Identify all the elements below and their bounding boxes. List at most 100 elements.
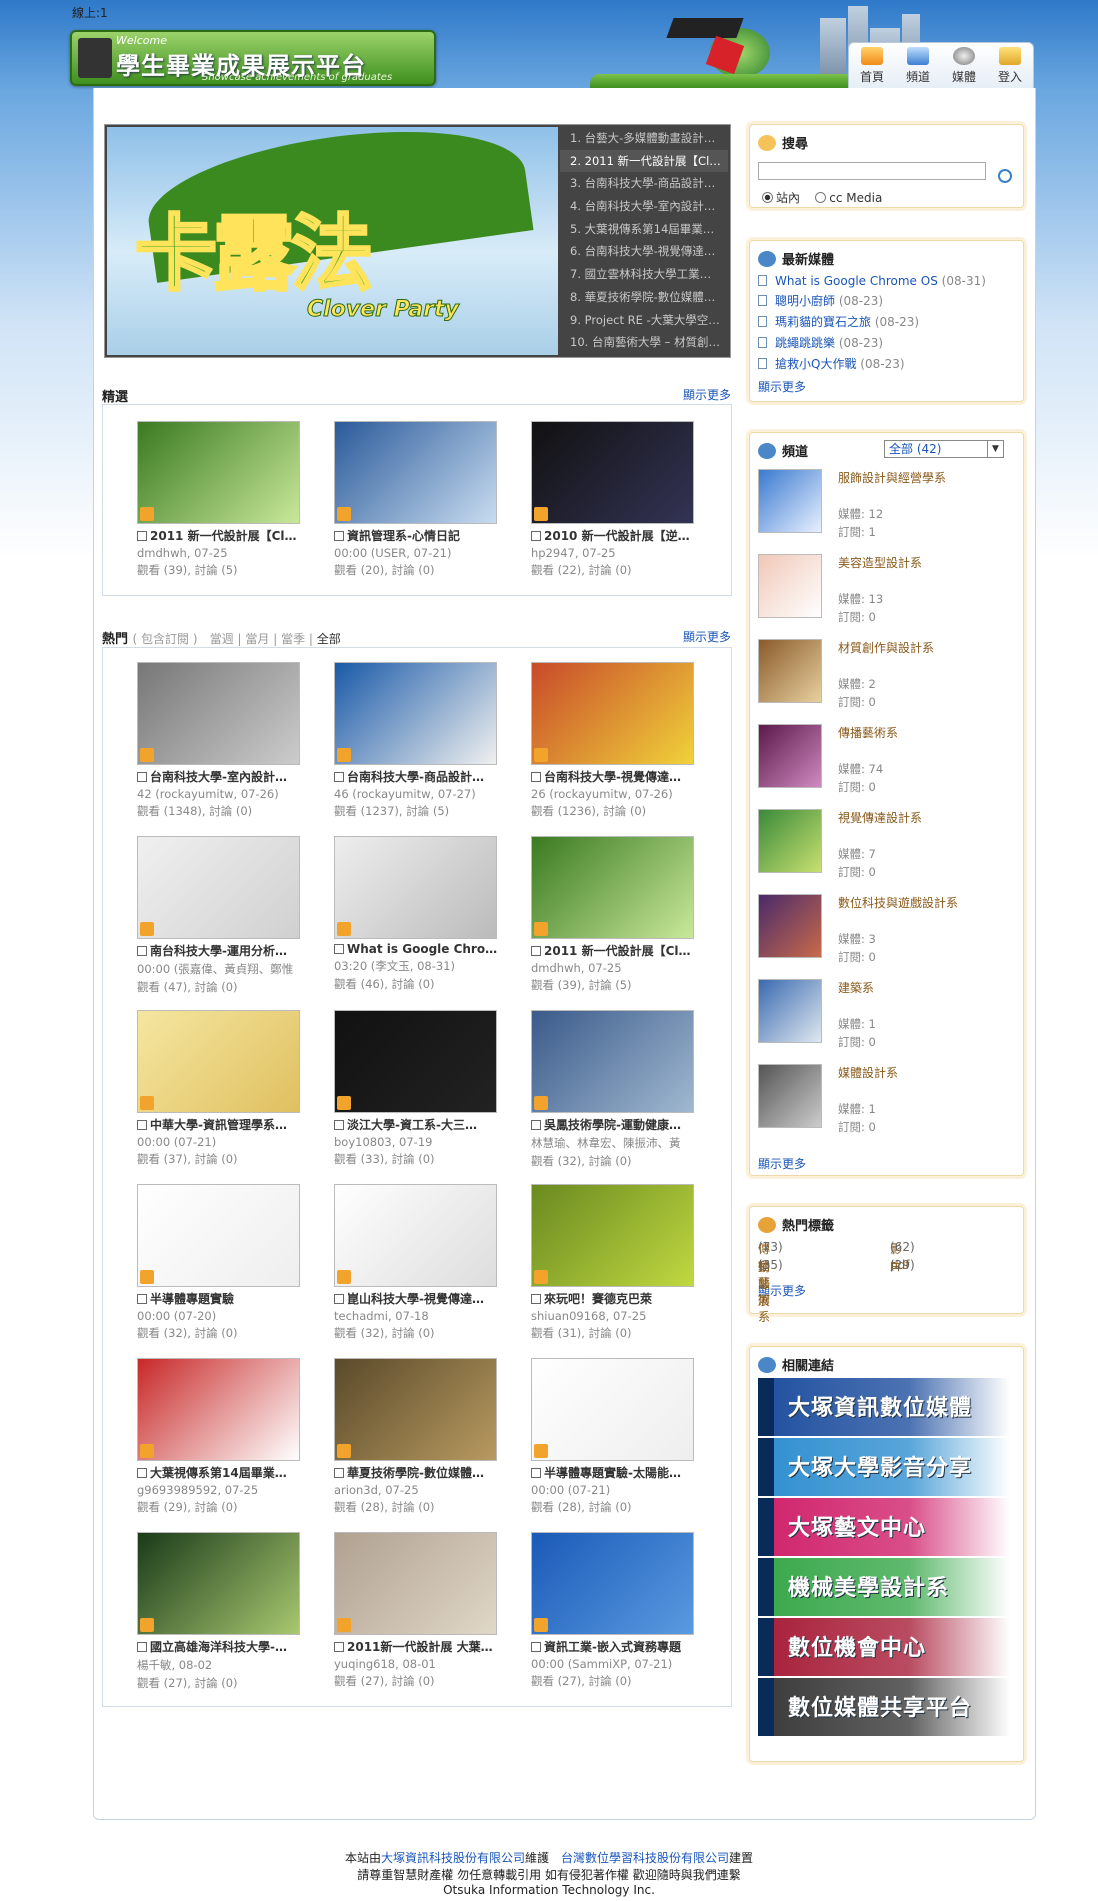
latest-item[interactable]: 瑪莉貓的寶石之旅 (08-23) bbox=[750, 311, 1023, 332]
media-thumbnail[interactable] bbox=[137, 1184, 300, 1287]
nav-home[interactable]: 首頁 bbox=[849, 43, 895, 88]
media-title[interactable]: 來玩吧！賽德克巴萊 bbox=[531, 1290, 706, 1307]
rss-icon[interactable] bbox=[337, 748, 351, 762]
latest-item[interactable]: What is Google Chrome OS (08-31) bbox=[750, 272, 1023, 290]
channel-name[interactable]: 數位科技與遊戲設計系 bbox=[838, 894, 958, 911]
media-thumbnail[interactable] bbox=[531, 421, 694, 524]
slider-list-item[interactable]: 10. 台南藝術大學 – 材質創… bbox=[560, 331, 728, 354]
rss-icon[interactable] bbox=[337, 1618, 351, 1632]
media-thumbnail[interactable] bbox=[137, 1532, 300, 1635]
media-thumbnail[interactable] bbox=[334, 836, 497, 939]
filter-month[interactable]: 當月 bbox=[245, 632, 269, 646]
channel-thumbnail[interactable] bbox=[758, 979, 822, 1043]
slider-list-item[interactable]: 2. 2011 新一代設計展【Cl… bbox=[560, 149, 728, 173]
rss-icon[interactable] bbox=[534, 1618, 548, 1632]
channel-item[interactable]: 傳播藝術系 媒體: 74 訂閱: 0 bbox=[758, 724, 1018, 794]
latest-item[interactable]: 搶救小Q大作戰 (08-23) bbox=[750, 353, 1023, 374]
related-link-banner[interactable]: 數位媒體共享平台 bbox=[758, 1678, 1010, 1736]
slider-list-item[interactable]: 9. Project RE -大葉大學空… bbox=[560, 309, 728, 332]
media-title[interactable]: 2010 新一代設計展【逆… bbox=[531, 527, 706, 544]
channel-name[interactable]: 建築系 bbox=[838, 979, 874, 996]
channel-item[interactable]: 視覺傳達設計系 媒體: 7 訂閱: 0 bbox=[758, 809, 1018, 879]
featured-more-link[interactable]: 顯示更多 bbox=[683, 386, 731, 403]
site-logo[interactable]: Welcome 學生畢業成果展示平台 Showcase achievements… bbox=[70, 30, 436, 86]
channel-item[interactable]: 服飾設計與經營學系 媒體: 12 訂閱: 1 bbox=[758, 469, 1018, 539]
media-thumbnail[interactable] bbox=[334, 1010, 497, 1113]
nav-login[interactable]: 登入 bbox=[987, 43, 1033, 88]
footer-link-twelearn[interactable]: 台灣數位學習科技股份有限公司 bbox=[561, 1851, 729, 1865]
slider-list-item[interactable]: 7. 國立雲林科技大學工業… bbox=[560, 263, 728, 286]
rss-icon[interactable] bbox=[534, 922, 548, 936]
media-thumbnail[interactable] bbox=[531, 1532, 694, 1635]
media-thumbnail[interactable] bbox=[334, 1358, 497, 1461]
rss-icon[interactable] bbox=[140, 922, 154, 936]
media-thumbnail[interactable] bbox=[531, 1010, 694, 1113]
rss-icon[interactable] bbox=[140, 748, 154, 762]
radio-site[interactable] bbox=[762, 192, 773, 203]
rss-icon[interactable] bbox=[140, 1444, 154, 1458]
channel-item[interactable]: 美容造型設計系 媒體: 13 訂閱: 0 bbox=[758, 554, 1018, 624]
media-title[interactable]: 台南科技大學-室內設計… bbox=[137, 768, 312, 785]
media-title[interactable]: 南台科技大學-運用分析… bbox=[137, 942, 312, 959]
search-input[interactable] bbox=[758, 162, 986, 180]
channel-thumbnail[interactable] bbox=[758, 809, 822, 873]
rss-icon[interactable] bbox=[337, 1270, 351, 1284]
media-thumbnail[interactable] bbox=[137, 1358, 300, 1461]
media-title[interactable]: 資訊管理系-心情日記 bbox=[334, 527, 509, 544]
channel-item[interactable]: 媒體設計系 媒體: 1 訂閱: 0 bbox=[758, 1064, 1018, 1134]
channel-filter-select[interactable]: 全部 (42) ▼ bbox=[884, 440, 1004, 458]
rss-icon[interactable] bbox=[337, 922, 351, 936]
media-title[interactable]: 台南科技大學-商品設計… bbox=[334, 768, 509, 785]
media-thumbnail[interactable] bbox=[137, 662, 300, 765]
radio-cc-media[interactable] bbox=[815, 192, 827, 203]
channel-thumbnail[interactable] bbox=[758, 894, 822, 958]
media-thumbnail[interactable] bbox=[334, 662, 497, 765]
tags-more-link[interactable]: 顯示更多 bbox=[750, 1278, 1023, 1303]
rss-icon[interactable] bbox=[140, 1618, 154, 1632]
latest-more-link[interactable]: 顯示更多 bbox=[750, 374, 1023, 399]
rss-icon[interactable] bbox=[140, 1270, 154, 1284]
channel-thumbnail[interactable] bbox=[758, 1064, 822, 1128]
channels-more-link[interactable]: 顯示更多 bbox=[750, 1151, 814, 1176]
channel-item[interactable]: 建築系 媒體: 1 訂閱: 0 bbox=[758, 979, 1018, 1049]
media-title[interactable]: 台南科技大學-視覺傳達… bbox=[531, 768, 706, 785]
slider-image[interactable]: 卡露法 Clover Party bbox=[107, 127, 558, 355]
filter-week[interactable]: 當週 bbox=[210, 632, 234, 646]
media-title[interactable]: 資訊工業-嵌入式資務專題 bbox=[531, 1638, 706, 1655]
slider-list-item[interactable]: 8. 華夏技術學院-數位媒體… bbox=[560, 286, 728, 309]
channel-item[interactable]: 材質創作與設計系 媒體: 2 訂閱: 0 bbox=[758, 639, 1018, 709]
slider-list-item[interactable]: 4. 台南科技大學-室內設計… bbox=[560, 195, 728, 218]
rss-icon[interactable] bbox=[534, 1270, 548, 1284]
rss-icon[interactable] bbox=[534, 1096, 548, 1110]
channel-thumbnail[interactable] bbox=[758, 469, 822, 533]
media-thumbnail[interactable] bbox=[531, 1184, 694, 1287]
related-link-banner[interactable]: 大塚大學影音分享 bbox=[758, 1438, 1010, 1496]
media-title[interactable]: 半導體專題實驗 bbox=[137, 1290, 312, 1307]
media-thumbnail[interactable] bbox=[531, 836, 694, 939]
media-title[interactable]: 半導體專題實驗-太陽能… bbox=[531, 1464, 706, 1481]
rss-icon[interactable] bbox=[534, 1444, 548, 1458]
related-link-banner[interactable]: 機械美學設計系 bbox=[758, 1558, 1010, 1616]
rss-icon[interactable] bbox=[337, 1444, 351, 1458]
media-thumbnail[interactable] bbox=[531, 662, 694, 765]
channel-thumbnail[interactable] bbox=[758, 554, 822, 618]
rss-icon[interactable] bbox=[140, 1096, 154, 1110]
media-title[interactable]: 大葉視傳系第14屆畢業… bbox=[137, 1464, 312, 1481]
nav-media[interactable]: 媒體 bbox=[941, 43, 987, 88]
media-title[interactable]: 中華大學-資訊管理學系… bbox=[137, 1116, 312, 1133]
search-icon[interactable] bbox=[998, 169, 1012, 183]
channel-item[interactable]: 數位科技與遊戲設計系 媒體: 3 訂閱: 0 bbox=[758, 894, 1018, 964]
footer-link-otsuka[interactable]: 大塚資訊科技股份有限公司 bbox=[381, 1851, 525, 1865]
latest-item[interactable]: 聰明小廚師 (08-23) bbox=[750, 290, 1023, 311]
related-link-banner[interactable]: 大塚資訊數位媒體 bbox=[758, 1378, 1010, 1436]
channel-thumbnail[interactable] bbox=[758, 639, 822, 703]
media-title[interactable]: 吳鳳技術學院-運動健康… bbox=[531, 1116, 706, 1133]
rss-icon[interactable] bbox=[534, 748, 548, 762]
filter-quarter[interactable]: 當季 bbox=[281, 632, 305, 646]
media-thumbnail[interactable] bbox=[334, 1532, 497, 1635]
slider-list-item[interactable]: 1. 台藝大-多媒體動畫設計… bbox=[560, 127, 728, 150]
rss-icon[interactable] bbox=[534, 507, 548, 521]
channel-name[interactable]: 材質創作與設計系 bbox=[838, 639, 934, 656]
channel-name[interactable]: 傳播藝術系 bbox=[838, 724, 898, 741]
media-title[interactable]: 2011新一代設計展 大葉… bbox=[334, 1638, 509, 1655]
